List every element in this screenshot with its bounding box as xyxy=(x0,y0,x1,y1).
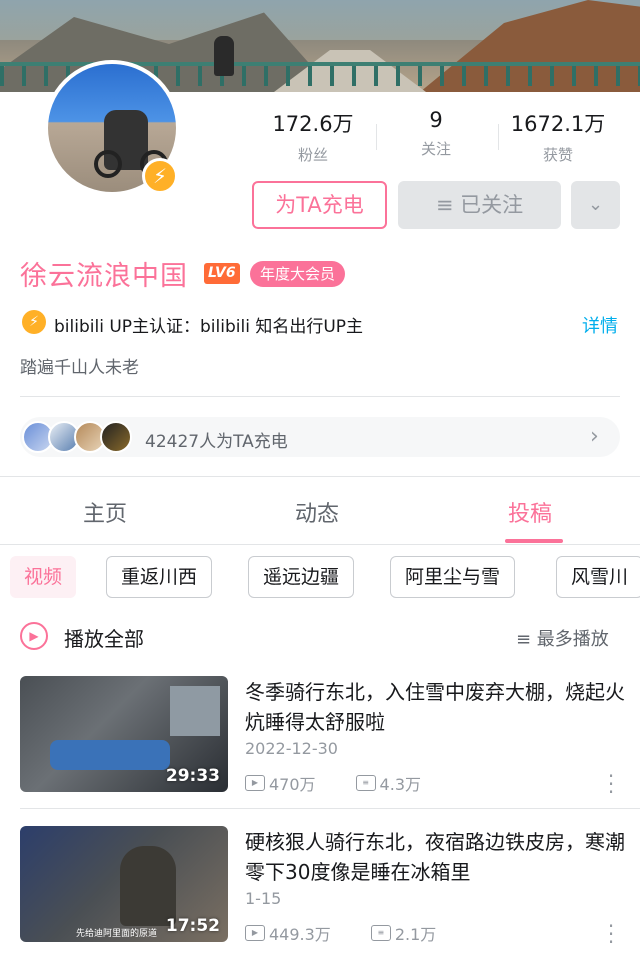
tab-home[interactable]: 主页 xyxy=(83,496,127,528)
danmaku-icon: ≡ xyxy=(355,775,376,791)
username: 徐云流浪中国 xyxy=(20,261,188,292)
more-vertical-icon[interactable]: · · · xyxy=(606,916,616,952)
likes-label: 获赞 xyxy=(542,146,573,164)
video-title[interactable]: 冬季骑行东北，入住雪中废弃大棚，烧起火炕睡得太舒服啦 xyxy=(245,677,625,737)
play-count-icon: ▶ xyxy=(245,775,265,791)
divider xyxy=(20,808,640,809)
lightning-icon: ⚡ xyxy=(22,310,46,334)
video-date: 2022-12-30 xyxy=(245,739,338,758)
divider xyxy=(0,476,640,477)
video-meta: ▶ 470万 ≡ 4.3万 xyxy=(245,771,421,795)
charge-button[interactable]: 为TA充电 xyxy=(252,181,387,229)
play-count: 449.3万 xyxy=(269,925,331,944)
video-thumbnail[interactable]: 先给迪阿里面的原道 17:52 xyxy=(20,826,228,942)
followed-button[interactable]: ≡ 已关注 xyxy=(398,181,561,229)
video-title[interactable]: 硬核狠人骑行东北，夜宿路边铁皮房，寒潮零下30度像是睡在冰箱里 xyxy=(245,827,625,887)
charger-count: 42427人为TA充电 xyxy=(145,432,288,452)
detail-link[interactable]: 详情 xyxy=(582,312,618,338)
sort-button[interactable]: ≡ 最多播放 xyxy=(516,625,609,651)
tab-dynamics[interactable]: 动态 xyxy=(295,496,339,528)
level-badge: LV6 xyxy=(204,263,240,284)
fans-stat[interactable]: 172.6万 粉丝 xyxy=(253,108,373,165)
tab-uploads[interactable]: 投稿 xyxy=(508,496,552,528)
following-label: 关注 xyxy=(420,140,451,158)
chip-video[interactable]: 视频 xyxy=(10,556,77,598)
play-count-icon: ▶ xyxy=(245,925,265,941)
following-stat[interactable]: 9 关注 xyxy=(376,108,496,159)
likes-stat[interactable]: 1672.1万 获赞 xyxy=(498,108,618,165)
video-date: 1-15 xyxy=(245,889,282,908)
chip-collection[interactable]: 遥远边疆 xyxy=(248,556,355,598)
divider xyxy=(20,396,620,397)
play-count: 470万 xyxy=(269,775,316,794)
signature: 踏遍千山人未老 xyxy=(20,358,139,378)
lightning-icon: ⚡ xyxy=(142,158,178,194)
chevron-down-icon[interactable]: ⌄ xyxy=(571,181,620,229)
chevron-right-icon[interactable]: › xyxy=(590,424,599,449)
danmaku-icon: ≡ xyxy=(370,925,391,941)
more-vertical-icon[interactable]: · · · xyxy=(606,766,616,802)
video-meta: ▶ 449.3万 ≡ 2.1万 xyxy=(245,921,436,945)
video-thumbnail[interactable]: 29:33 xyxy=(20,676,228,792)
play-circle-icon[interactable]: ▶ xyxy=(20,622,48,650)
divider xyxy=(0,544,640,545)
danmaku-count: 4.3万 xyxy=(379,775,421,794)
certification-text: bilibili UP主认证：bilibili 知名出行UP主 xyxy=(54,317,364,337)
fans-count: 172.6万 xyxy=(272,112,354,136)
danmaku-count: 2.1万 xyxy=(394,925,437,944)
video-duration: 29:33 xyxy=(165,766,220,786)
fans-label: 粉丝 xyxy=(297,146,328,164)
chip-collection[interactable]: 风雪川 xyxy=(556,556,640,598)
likes-count: 1672.1万 xyxy=(510,112,606,136)
chip-collection[interactable]: 重返川西 xyxy=(106,556,213,598)
following-count: 9 xyxy=(429,108,443,132)
video-duration: 17:52 xyxy=(165,916,220,936)
vip-badge[interactable]: 年度大会员 xyxy=(250,261,346,287)
tab-indicator xyxy=(505,539,563,543)
chip-collection[interactable]: 阿里尘与雪 xyxy=(390,556,516,598)
play-all-button[interactable]: 播放全部 xyxy=(64,623,144,652)
thumbnail-caption: 先给迪阿里面的原道 xyxy=(76,929,158,939)
charger-avatar xyxy=(100,421,132,453)
